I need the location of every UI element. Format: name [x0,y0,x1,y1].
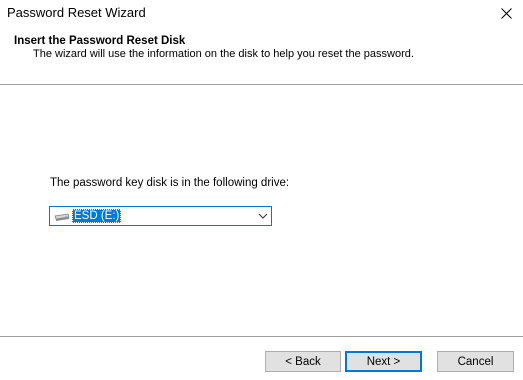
title-bar: Password Reset Wizard [0,0,523,26]
drive-label: The password key disk is in the followin… [50,177,290,189]
chevron-down-icon[interactable] [258,211,268,221]
close-button[interactable] [489,0,523,26]
header-divider [0,84,523,85]
wizard-header: Insert the Password Reset Disk The wizar… [0,26,523,84]
next-button[interactable]: Next > [345,351,422,372]
drive-select[interactable]: ESD (E:) [49,206,272,226]
drive-selected-value: ESD (E:) [72,209,122,223]
close-icon [500,7,512,19]
window-title: Password Reset Wizard [7,5,146,20]
back-button[interactable]: < Back [265,351,341,372]
cancel-button[interactable]: Cancel [437,351,514,372]
header-title: Insert the Password Reset Disk [14,35,186,47]
header-subtitle: The wizard will use the information on t… [33,48,414,60]
footer-divider [0,336,523,337]
removable-drive-icon [54,213,70,221]
